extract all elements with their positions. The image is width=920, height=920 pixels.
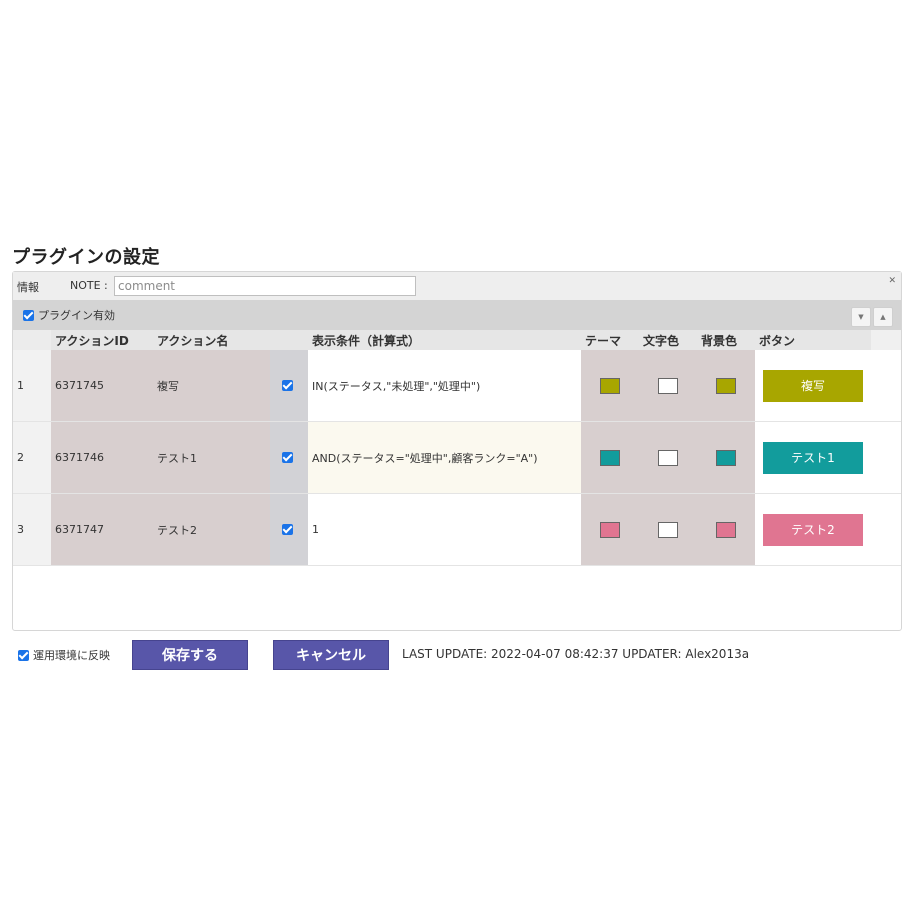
button-preview-cell: 複写	[755, 350, 871, 421]
row-filler	[871, 494, 901, 565]
table-row: 3 6371747 テスト2 1 テスト2	[13, 494, 901, 566]
row-number: 3	[13, 494, 51, 565]
plugin-enabled-label: プラグイン有効	[38, 307, 115, 323]
arrow-up-icon: ▲	[880, 313, 885, 321]
header-theme: テーマ	[581, 330, 639, 350]
bg-color-swatch[interactable]	[716, 450, 736, 466]
footer-bar: 運用環境に反映 保存する キャンセル LAST UPDATE: 2022-04-…	[12, 640, 902, 670]
close-icon[interactable]: ✕	[888, 276, 896, 286]
action-button-preview[interactable]: テスト2	[763, 514, 863, 546]
theme-color-swatch[interactable]	[600, 378, 620, 394]
header-condition: 表示条件（計算式）	[308, 330, 581, 350]
text-color-cell	[639, 350, 697, 421]
header-name: アクション名	[153, 330, 270, 350]
row-filler	[871, 350, 901, 421]
table-header: アクションID アクション名 表示条件（計算式） テーマ 文字色 背景色 ボタン	[13, 330, 901, 350]
row-checkbox-cell	[270, 494, 308, 565]
note-label: NOTE :	[70, 279, 108, 292]
text-color-swatch[interactable]	[658, 522, 678, 538]
plugin-bar: プラグイン有効 ▼ ▲	[13, 300, 901, 330]
save-button[interactable]: 保存する	[132, 640, 248, 670]
action-id: 6371745	[51, 350, 153, 421]
row-filler	[871, 422, 901, 493]
info-label: 情報	[17, 279, 39, 295]
bg-color-swatch[interactable]	[716, 378, 736, 394]
arrow-down-icon: ▼	[858, 313, 863, 321]
row-checkbox[interactable]	[282, 380, 293, 391]
settings-panel: 情報 NOTE : ✕ プラグイン有効 ▼ ▲ アクションID アクション名 表…	[12, 271, 902, 631]
plugin-enabled-toggle[interactable]: プラグイン有効	[23, 307, 115, 323]
last-update-text: LAST UPDATE: 2022-04-07 08:42:37 UPDATER…	[402, 647, 749, 661]
action-id: 6371746	[51, 422, 153, 493]
button-preview-cell: テスト1	[755, 422, 871, 493]
row-number: 1	[13, 350, 51, 421]
info-bar: 情報 NOTE : ✕	[13, 272, 901, 300]
row-checkbox-cell	[270, 350, 308, 421]
sort-down-button[interactable]: ▼	[851, 307, 871, 327]
action-id: 6371747	[51, 494, 153, 565]
row-checkbox-cell	[270, 422, 308, 493]
text-color-cell	[639, 494, 697, 565]
action-name[interactable]: テスト1	[153, 422, 270, 493]
row-checkbox[interactable]	[282, 452, 293, 463]
bg-color-cell	[697, 494, 755, 565]
reflect-production-label: 運用環境に反映	[33, 647, 110, 663]
cancel-button[interactable]: キャンセル	[273, 640, 389, 670]
header-button: ボタン	[755, 330, 871, 350]
plugin-enabled-checkbox[interactable]	[23, 310, 34, 321]
theme-color-cell	[581, 494, 639, 565]
condition-cell[interactable]: IN(ステータス,"未処理","処理中")	[308, 350, 581, 421]
action-name[interactable]: 複写	[153, 350, 270, 421]
theme-color-swatch[interactable]	[600, 522, 620, 538]
action-name[interactable]: テスト2	[153, 494, 270, 565]
action-table: アクションID アクション名 表示条件（計算式） テーマ 文字色 背景色 ボタン…	[13, 330, 901, 566]
table-row: 2 6371746 テスト1 AND(ステータス="処理中",顧客ランク="A"…	[13, 422, 901, 494]
theme-color-swatch[interactable]	[600, 450, 620, 466]
header-text-color: 文字色	[639, 330, 697, 350]
header-bg-color: 背景色	[697, 330, 755, 350]
button-preview-cell: テスト2	[755, 494, 871, 565]
bg-color-cell	[697, 422, 755, 493]
reflect-production-toggle[interactable]: 運用環境に反映	[18, 647, 110, 663]
reflect-production-checkbox[interactable]	[18, 650, 29, 661]
condition-cell[interactable]: AND(ステータス="処理中",顧客ランク="A")	[308, 422, 581, 493]
header-num	[13, 330, 51, 350]
sort-up-button[interactable]: ▲	[873, 307, 893, 327]
page-title: プラグインの設定	[12, 243, 160, 269]
action-button-preview[interactable]: テスト1	[763, 442, 863, 474]
header-check	[270, 330, 308, 350]
row-checkbox[interactable]	[282, 524, 293, 535]
text-color-swatch[interactable]	[658, 450, 678, 466]
header-id: アクションID	[51, 330, 153, 350]
note-input[interactable]	[114, 276, 416, 296]
row-number: 2	[13, 422, 51, 493]
condition-cell[interactable]: 1	[308, 494, 581, 565]
bg-color-swatch[interactable]	[716, 522, 736, 538]
table-row: 1 6371745 複写 IN(ステータス,"未処理","処理中") 複写	[13, 350, 901, 422]
theme-color-cell	[581, 422, 639, 493]
header-filler	[871, 330, 901, 350]
bg-color-cell	[697, 350, 755, 421]
theme-color-cell	[581, 350, 639, 421]
text-color-cell	[639, 422, 697, 493]
text-color-swatch[interactable]	[658, 378, 678, 394]
action-button-preview[interactable]: 複写	[763, 370, 863, 402]
